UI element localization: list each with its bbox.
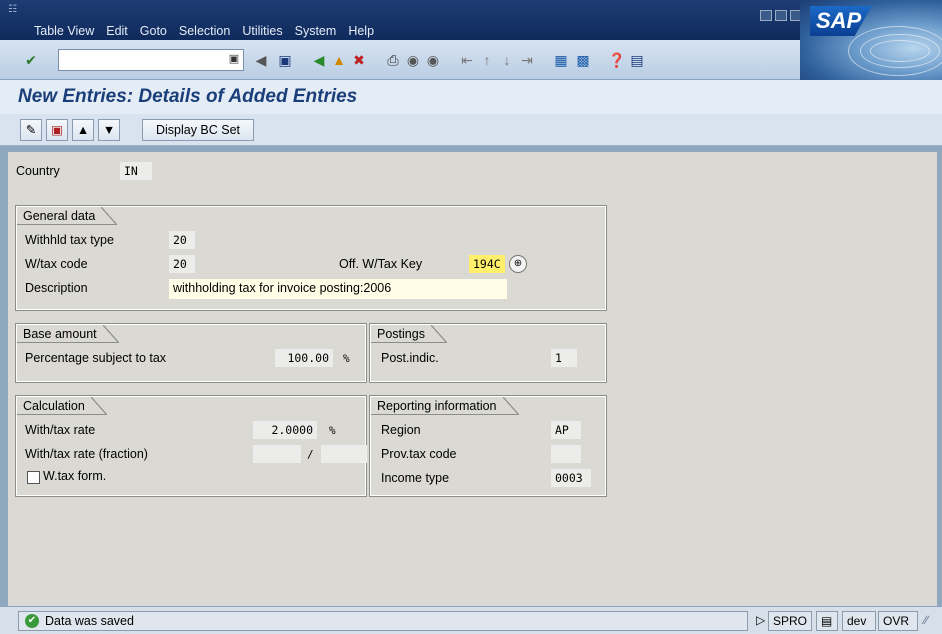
back-arrow-icon[interactable]: ◀ bbox=[252, 51, 270, 69]
search-help-icon[interactable]: ⊕ bbox=[509, 255, 527, 273]
wtax-rate-field[interactable]: 2.0000 bbox=[253, 421, 317, 439]
page-title: New Entries: Details of Added Entries bbox=[18, 86, 358, 107]
income-type-label: Income type bbox=[381, 471, 450, 485]
menu-selection[interactable]: Selection bbox=[179, 24, 230, 38]
menu-table-view[interactable]: Table View bbox=[34, 24, 94, 38]
find-next-icon[interactable]: ◉ bbox=[424, 51, 442, 69]
display-change-button[interactable]: ✎ bbox=[20, 119, 42, 141]
wtax-form-label: W.tax form. bbox=[43, 469, 107, 483]
general-data-title: General data bbox=[17, 207, 118, 225]
off-wtax-key-label: Off. W/Tax Key bbox=[339, 257, 423, 271]
previous-page-icon[interactable]: ↑ bbox=[478, 51, 496, 69]
description-field[interactable]: withholding tax for invoice posting:2006 bbox=[169, 279, 507, 299]
next-entry-icon: ▼ bbox=[102, 123, 116, 137]
layout-menu-icon[interactable]: ▤ bbox=[628, 51, 646, 69]
wtax-rate-label: With/tax rate bbox=[25, 423, 96, 437]
status-message-text: Data was saved bbox=[45, 614, 134, 628]
toolbar-separator bbox=[124, 119, 134, 141]
success-check-icon: ✔ bbox=[25, 614, 39, 628]
menu-help[interactable]: Help bbox=[348, 24, 374, 38]
fraction-numerator-field[interactable] bbox=[253, 445, 301, 463]
postings-title: Postings bbox=[371, 325, 447, 343]
first-page-icon[interactable]: ⇤ bbox=[458, 51, 476, 69]
save-icon[interactable]: ▣ bbox=[276, 51, 294, 69]
fraction-denominator-field[interactable] bbox=[321, 445, 367, 463]
exit-icon[interactable]: ▲ bbox=[330, 51, 348, 69]
percentage-subject-field[interactable]: 100.00 bbox=[275, 349, 333, 367]
command-field[interactable] bbox=[58, 49, 244, 71]
fraction-separator: / bbox=[307, 448, 314, 461]
status-info-icon[interactable]: ▤ bbox=[816, 611, 838, 631]
application-toolbar: ✎ ▣ ▲ ▼ Display BC Set bbox=[0, 114, 942, 146]
status-mode[interactable]: OVR bbox=[878, 611, 918, 631]
status-transaction: SPRO bbox=[768, 611, 812, 631]
back-icon[interactable]: ◀ bbox=[310, 51, 328, 69]
previous-entry-icon: ▲ bbox=[76, 123, 90, 137]
postings-group: Postings Post.indic. 1 bbox=[369, 323, 607, 383]
display-bc-set-button[interactable]: Display BC Set bbox=[142, 119, 254, 141]
post-indic-label: Post.indic. bbox=[381, 351, 439, 365]
status-bar: ✔ Data was saved ▷ SPRO ▤ dev OVR ∕∕ bbox=[0, 606, 942, 634]
wtax-rate-fraction-label: With/tax rate (fraction) bbox=[25, 447, 148, 461]
withhld-tax-type-label: Withhld tax type bbox=[25, 233, 114, 247]
create-session-icon[interactable]: ▦ bbox=[552, 51, 570, 69]
menu-items: Table View Edit Goto Selection Utilities… bbox=[34, 24, 374, 38]
title-bar: New Entries: Details of Added Entries bbox=[0, 80, 942, 114]
prov-tax-code-label: Prov.tax code bbox=[381, 447, 457, 461]
resize-grip-icon[interactable]: ∕∕ bbox=[920, 611, 938, 631]
minimize-icon[interactable] bbox=[760, 10, 772, 21]
status-client: dev bbox=[842, 611, 876, 631]
delete-icon: ▣ bbox=[51, 123, 63, 137]
percentage-subject-label: Percentage subject to tax bbox=[25, 351, 167, 365]
command-dropdown-icon[interactable]: ▣ bbox=[226, 52, 242, 68]
off-wtax-key-field[interactable]: 194C bbox=[469, 255, 505, 273]
country-label: Country bbox=[16, 164, 60, 178]
find-icon[interactable]: ◉ bbox=[404, 51, 422, 69]
country-field[interactable]: IN bbox=[120, 162, 152, 180]
last-page-icon[interactable]: ⇥ bbox=[518, 51, 536, 69]
shortcut-icon[interactable]: ▩ bbox=[574, 51, 592, 69]
menu-utilities[interactable]: Utilities bbox=[242, 24, 282, 38]
calculation-title: Calculation bbox=[17, 397, 107, 415]
delete-button[interactable]: ▣ bbox=[46, 119, 68, 141]
region-field[interactable]: AP bbox=[551, 421, 581, 439]
withhld-tax-type-field[interactable]: 20 bbox=[169, 231, 195, 249]
base-amount-title: Base amount bbox=[17, 325, 119, 343]
menu-system[interactable]: System bbox=[295, 24, 337, 38]
base-amount-group: Base amount Percentage subject to tax 10… bbox=[15, 323, 367, 383]
previous-entry-button[interactable]: ▲ bbox=[72, 119, 94, 141]
pencil-icon: ✎ bbox=[25, 123, 37, 137]
menu-goto[interactable]: Goto bbox=[140, 24, 167, 38]
enter-icon[interactable]: ✔ bbox=[22, 51, 40, 69]
general-data-group: General data Withhld tax type 20 W/tax c… bbox=[15, 205, 607, 311]
region-label: Region bbox=[381, 423, 421, 437]
sap-logo: SAP bbox=[800, 0, 942, 80]
cancel-icon[interactable]: ✖ bbox=[350, 51, 368, 69]
percentage-unit: % bbox=[343, 352, 350, 365]
print-icon[interactable]: ⎙ bbox=[384, 51, 402, 69]
next-page-icon[interactable]: ↓ bbox=[498, 51, 516, 69]
post-indic-field[interactable]: 1 bbox=[551, 349, 577, 367]
wtax-code-field[interactable]: 20 bbox=[169, 255, 195, 273]
sap-logo-text: SAP bbox=[810, 6, 872, 36]
reporting-information-group: Reporting information Region AP Prov.tax… bbox=[369, 395, 607, 497]
income-type-field[interactable]: 0003 bbox=[551, 469, 591, 487]
help-icon[interactable]: ❓ bbox=[608, 51, 626, 69]
maximize-icon[interactable] bbox=[775, 10, 787, 21]
wtax-code-label: W/tax code bbox=[25, 257, 88, 271]
prov-tax-code-field[interactable] bbox=[551, 445, 581, 463]
rate-unit: % bbox=[329, 424, 336, 437]
window-controls bbox=[760, 10, 802, 21]
description-label: Description bbox=[25, 281, 88, 295]
status-expand-icon[interactable]: ▷ bbox=[752, 611, 769, 631]
status-message[interactable]: ✔ Data was saved bbox=[18, 611, 748, 631]
reporting-information-title: Reporting information bbox=[371, 397, 519, 415]
work-area: Country IN General data Withhld tax type… bbox=[8, 146, 937, 606]
menu-edit[interactable]: Edit bbox=[106, 24, 128, 38]
wtax-form-checkbox[interactable] bbox=[27, 471, 40, 484]
window-menu-icon[interactable]: ☷ bbox=[8, 4, 20, 16]
next-entry-button[interactable]: ▼ bbox=[98, 119, 120, 141]
calculation-group: Calculation With/tax rate 2.0000 % With/… bbox=[15, 395, 367, 497]
